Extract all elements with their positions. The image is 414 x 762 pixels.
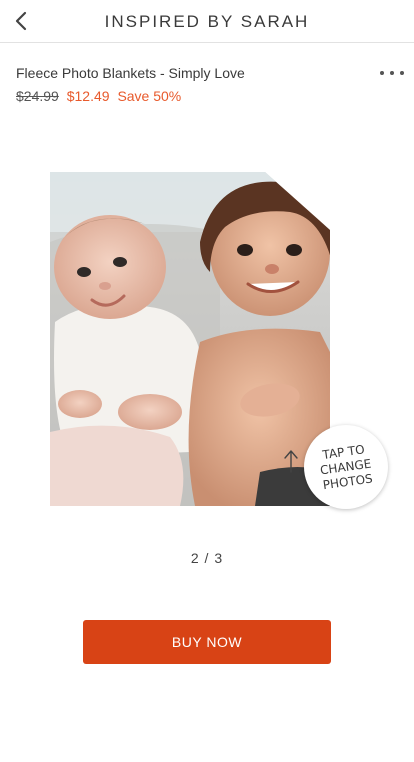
buy-now-button[interactable]: BUY NOW (83, 620, 331, 664)
page-indicator: 2 / 3 (190, 550, 224, 566)
product-name: Fleece Photo Blankets - Simply Love (16, 65, 245, 81)
more-horizontal-icon (380, 71, 384, 75)
price-row: $24.99 $12.49 Save 50% (16, 88, 181, 104)
more-options-button[interactable] (380, 64, 404, 82)
arrow-up-icon (284, 450, 298, 473)
page-title: INSPIRED BY SARAH (104, 12, 310, 31)
change-photos-button[interactable]: TAP TO CHANGE PHOTOS (304, 425, 388, 509)
more-horizontal-icon-dot (390, 71, 394, 75)
change-photos-label: TAP TO CHANGE PHOTOS (319, 441, 374, 492)
app-header: INSPIRED BY SARAH (0, 0, 414, 43)
save-badge: Save 50% (117, 88, 182, 104)
more-horizontal-icon-dot (400, 71, 404, 75)
sale-price: $12.49 (66, 88, 110, 104)
original-price: $24.99 (16, 88, 59, 104)
